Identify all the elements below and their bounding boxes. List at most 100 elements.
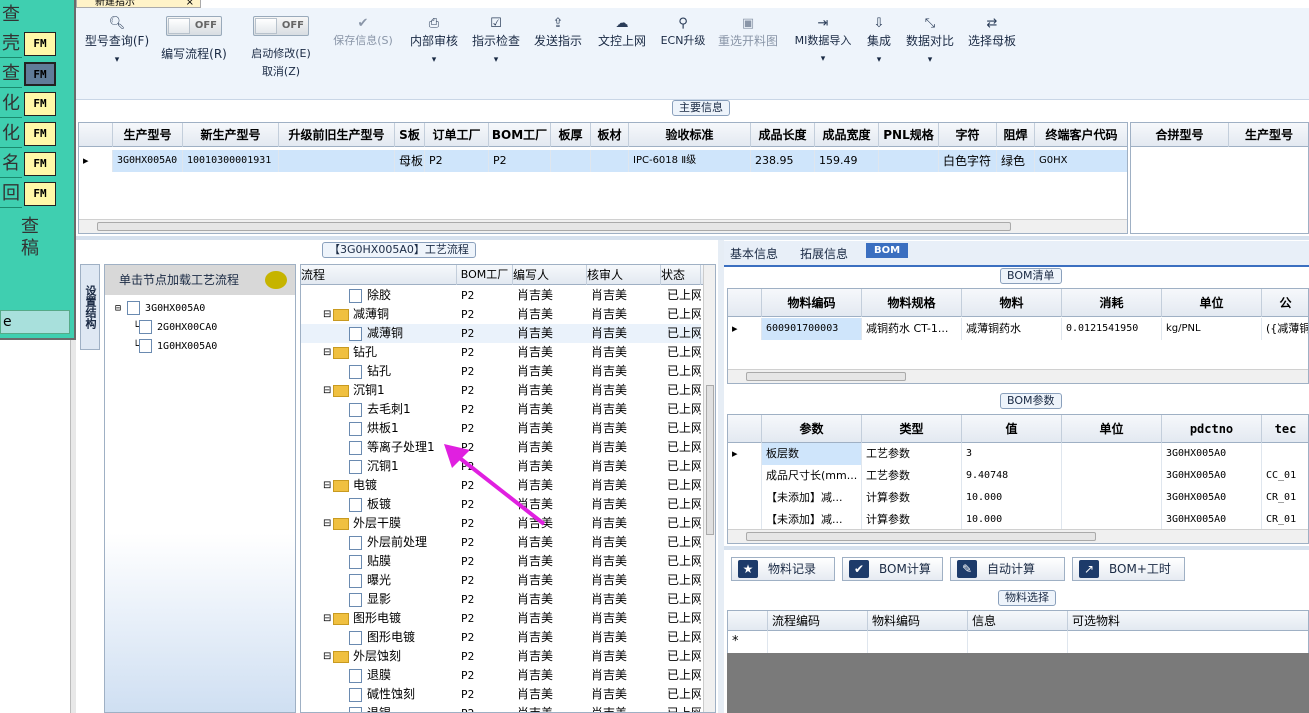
tab-basic-info[interactable]: 基本信息 [730,245,778,262]
bom-labor-button[interactable]: ↗ BOM+工时 [1072,557,1185,581]
table-row[interactable]: ▸ 板层数 工艺参数 3 3G0HX005A0 [728,443,1308,465]
process-row[interactable]: 去毛刺1 P2 肖吉美 肖吉美 已上网 [301,400,701,419]
model-query-button[interactable]: 🔍︎ 型号查询(F) ▾ [82,16,152,65]
mi-import-button[interactable]: ⇥ MI数据导入 ▾ [790,16,856,64]
column-header[interactable]: 信息 [968,611,1068,631]
process-row[interactable]: 烘板1 P2 肖吉美 肖吉美 已上网 [301,419,701,438]
table-cell[interactable]: kg/PNL [1162,318,1262,340]
fm-button[interactable]: FM [24,92,56,116]
table-cell[interactable]: 3G0HX005A0 [113,150,183,172]
table-cell[interactable]: 【未添加】减... [762,509,862,531]
process-row[interactable]: 图形电镀 P2 肖吉美 肖吉美 已上网 [301,628,701,647]
column-header[interactable]: 流程编码 [768,611,868,631]
scroll-thumb[interactable] [97,222,1011,231]
table-cell[interactable] [279,150,395,172]
table-cell[interactable]: 母板 [395,150,425,172]
splitter[interactable] [76,236,1309,240]
scroll-thumb[interactable] [706,385,714,535]
table-cell[interactable]: ({减薄铜 [1262,318,1308,340]
splitter[interactable] [718,240,724,713]
table-cell[interactable]: 减薄铜药水 [962,318,1062,340]
column-header[interactable]: 板厚 [551,123,591,147]
collapse-icon[interactable]: ⊟ [323,305,331,324]
close-icon[interactable]: × [186,0,194,7]
table-cell[interactable]: 绿色 [997,150,1035,172]
column-header[interactable]: 消耗 [1062,289,1162,317]
auto-calc-button[interactable]: ✎ 自动计算 [950,557,1065,581]
send-instruction-button[interactable]: ⇪ 发送指示 [532,16,584,49]
table-cell[interactable]: 减铜药水 CT-1... [862,318,962,340]
table-cell[interactable]: 3G0HX005A0 [1162,443,1262,465]
column-header[interactable]: 升级前旧生产型号 [279,123,395,147]
edit-flow-toggle[interactable]: OFF 编写流程(R) [158,16,230,62]
reselect-image-button[interactable]: ▣ 重选开料图 [716,16,780,49]
table-cell[interactable] [1068,631,1308,653]
column-header[interactable]: 值 [962,415,1062,443]
table-cell[interactable] [1262,443,1308,465]
column-header[interactable]: 合拼型号 [1131,123,1229,147]
instruction-check-button[interactable]: ☑ 指示检查 ▾ [470,16,522,65]
chevron-down-icon[interactable]: ▾ [470,55,522,65]
integrate-button[interactable]: ⇩ 集成 ▾ [864,16,894,65]
column-header[interactable]: BOM工厂 [457,265,513,285]
table-cell[interactable]: G0HX [1035,150,1127,172]
column-header[interactable]: 板材 [591,123,629,147]
chevron-down-icon[interactable]: ▾ [904,55,956,65]
fm-button[interactable]: FM [24,182,56,206]
scroll-thumb[interactable] [746,372,906,381]
toggle-switch[interactable]: OFF [253,16,309,36]
table-cell[interactable] [551,150,591,172]
table-cell[interactable] [968,631,1068,653]
process-row[interactable]: 曝光 P2 肖吉美 肖吉美 已上网 [301,571,701,590]
table-cell[interactable]: P2 [489,150,551,172]
select-master-button[interactable]: ⇄ 选择母板 [966,16,1018,49]
chevron-down-icon[interactable]: ▾ [790,54,856,64]
table-cell[interactable] [768,631,868,653]
table-cell[interactable]: 工艺参数 [862,465,962,487]
column-header[interactable]: S板 [395,123,425,147]
ecn-upgrade-button[interactable]: ⚲ ECN升级 [658,16,708,48]
table-cell[interactable] [1062,443,1162,465]
chevron-down-icon[interactable]: ▾ [82,55,152,65]
table-cell[interactable]: 3G0HX005A0 [1162,487,1262,509]
fm-button[interactable]: FM [24,152,56,176]
bom-calc-button[interactable]: ✔ BOM计算 [842,557,943,581]
table-cell[interactable]: 板层数 [762,443,862,465]
table-cell[interactable]: 3G0HX005A0 [1162,509,1262,531]
column-header[interactable]: 验收标准 [629,123,751,147]
table-cell[interactable]: 计算参数 [862,487,962,509]
table-row[interactable]: ▸ 3G0HX005A0 10010300001931 母板 P2 P2 IPC… [79,150,1127,172]
column-header[interactable]: 订单工厂 [425,123,489,147]
process-row[interactable]: ⊟ 减薄铜 P2 肖吉美 肖吉美 已上网 [301,305,701,324]
process-row[interactable]: ⊟ 钻孔 P2 肖吉美 肖吉美 已上网 [301,343,701,362]
column-header[interactable]: 编写人 [513,265,587,285]
column-header[interactable]: BOM工厂 [489,123,551,147]
column-header[interactable]: 物料编码 [868,611,968,631]
save-info-button[interactable]: ✔ 保存信息(S) [328,16,398,48]
table-cell[interactable]: P2 [425,150,489,172]
column-header[interactable]: 生产型号 [1229,123,1308,147]
tree-child[interactable]: └ 1G0HX005A0 [133,339,217,355]
column-header[interactable]: 字符 [939,123,997,147]
column-header[interactable]: 物料编码 [762,289,862,317]
table-cell[interactable]: 白色字符 [939,150,997,172]
table-cell[interactable]: CC_01 [1262,465,1308,487]
process-row[interactable]: 减薄铜 P2 肖吉美 肖吉美 已上网 [301,324,701,343]
tab-extended-info[interactable]: 拓展信息 [800,245,848,262]
column-header[interactable]: 流程 [301,265,457,285]
process-row[interactable]: 碱性蚀刻 P2 肖吉美 肖吉美 已上网 [301,685,701,704]
process-row[interactable]: ⊟ 图形电镀 P2 肖吉美 肖吉美 已上网 [301,609,701,628]
process-row[interactable]: 除胶 P2 肖吉美 肖吉美 已上网 [301,286,701,305]
table-cell[interactable]: 0.0121541950 [1062,318,1162,340]
process-row[interactable]: 退膜 P2 肖吉美 肖吉美 已上网 [301,666,701,685]
table-cell[interactable] [1062,487,1162,509]
horizontal-scrollbar[interactable] [728,369,1308,383]
comment-icon[interactable] [265,271,287,289]
process-row[interactable]: 钻孔 P2 肖吉美 肖吉美 已上网 [301,362,701,381]
column-header[interactable]: 公 [1262,289,1308,317]
column-header[interactable]: 类型 [862,415,962,443]
table-cell[interactable]: 10.000 [962,487,1062,509]
table-cell[interactable]: IPC-6018 Ⅱ级 [629,150,751,172]
column-header[interactable]: 可选物料 [1068,611,1308,631]
scroll-thumb[interactable] [746,532,1096,541]
